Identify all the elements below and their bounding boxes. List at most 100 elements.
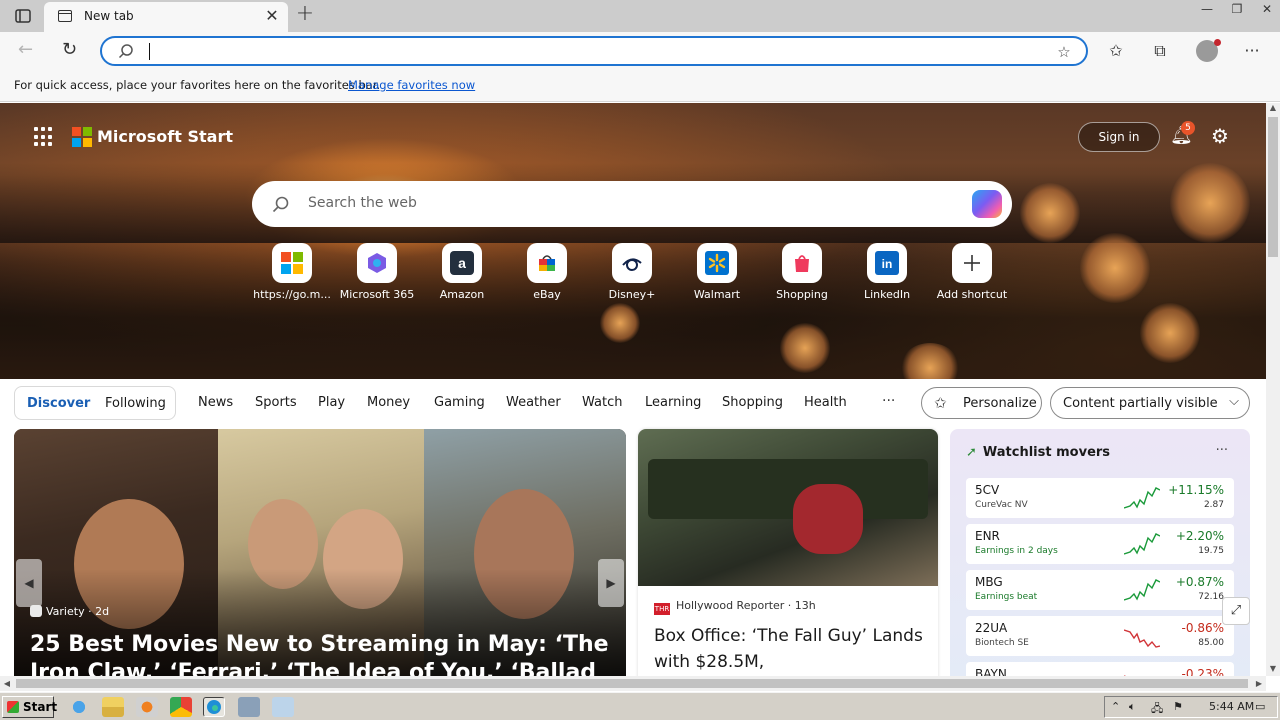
stock-row[interactable]: ENR Earnings in 2 days +2.20% 19.75: [966, 524, 1234, 564]
shortcut-label: Add shortcut: [936, 288, 1008, 301]
show-desktop-icon[interactable]: ▭: [1255, 700, 1265, 713]
back-button[interactable]: ←: [18, 40, 38, 60]
add-favorite-icon[interactable]: ☆: [1054, 42, 1074, 62]
collections-icon[interactable]: ⧉: [1149, 40, 1171, 62]
shortcut-add-shortcut[interactable]: Add shortcut: [930, 243, 1014, 301]
stock-price: 2.87: [1203, 500, 1224, 510]
stock-change: +0.87%: [1175, 575, 1224, 589]
personalize-button[interactable]: ✩ Personalize: [921, 387, 1042, 419]
stock-change: -0.86%: [1181, 621, 1224, 635]
category-weather[interactable]: Weather: [506, 395, 561, 410]
more-icon[interactable]: ···: [1241, 40, 1263, 62]
favorites-bar: For quick access, place your favorites h…: [0, 70, 1280, 102]
flower-decoration: [1140, 303, 1200, 363]
edge-icon[interactable]: [203, 697, 225, 717]
category-news[interactable]: News: [198, 395, 233, 410]
shortcut-linkedin[interactable]: in LinkedIn: [845, 243, 929, 301]
carousel-next-button[interactable]: ▶: [598, 559, 624, 607]
scroll-thumb[interactable]: [16, 679, 1248, 688]
watchlist-more-button[interactable]: ···: [1216, 443, 1228, 458]
app-launcher-icon[interactable]: [34, 127, 54, 147]
vertical-scrollbar[interactable]: ▲ ▼: [1266, 103, 1280, 676]
stock-price: 85.00: [1198, 638, 1224, 648]
scroll-left-arrow[interactable]: ◀: [0, 676, 14, 691]
microsoft-logo-icon: [272, 243, 312, 283]
category-nav: Discover Following News Sports Play Mone…: [0, 379, 1266, 429]
tray-expand-icon[interactable]: ⌃: [1111, 700, 1120, 713]
notepad-icon[interactable]: [272, 697, 294, 717]
tab-following[interactable]: Following: [105, 396, 166, 411]
address-bar[interactable]: ☆: [100, 36, 1088, 66]
category-health[interactable]: Health: [804, 395, 847, 410]
tab-actions-button[interactable]: [12, 6, 34, 26]
flower-decoration: [1020, 183, 1080, 243]
expand-icon[interactable]: ⤢: [1222, 597, 1250, 625]
settings-gear-icon[interactable]: ⚙: [1209, 125, 1231, 147]
category-gaming[interactable]: Gaming: [434, 395, 485, 410]
publisher-logo-icon: THR: [654, 603, 670, 615]
sign-in-button[interactable]: Sign in: [1078, 122, 1160, 152]
shortcut-walmart[interactable]: Walmart: [675, 243, 759, 301]
news-article-card[interactable]: THR Hollywood Reporter · 13h Box Office: …: [638, 429, 938, 679]
article-title[interactable]: Box Office: ‘The Fall Guy’ Lands with $2…: [654, 623, 924, 675]
restore-button[interactable]: ❐: [1224, 0, 1250, 18]
close-window-button[interactable]: ✕: [1254, 0, 1280, 18]
start-button[interactable]: Start: [2, 696, 57, 718]
category-money[interactable]: Money: [367, 395, 410, 410]
new-tab-button[interactable]: +: [294, 3, 316, 26]
category-watch[interactable]: Watch: [582, 395, 622, 410]
file-explorer-icon[interactable]: [102, 697, 124, 717]
network-tool-icon[interactable]: [238, 697, 260, 717]
feed-mode-toggle: Discover Following: [14, 386, 176, 420]
horizontal-scrollbar[interactable]: ◀ ▶: [0, 676, 1266, 691]
scroll-down-arrow[interactable]: ▼: [1266, 664, 1280, 676]
shortcut-label: https://go.m...: [253, 288, 331, 301]
shortcut-amazon[interactable]: a Amazon: [420, 243, 504, 301]
copilot-icon[interactable]: [972, 190, 1002, 218]
category-sports[interactable]: Sports: [255, 395, 297, 410]
flag-icon[interactable]: ⚑: [1173, 700, 1183, 713]
stock-row[interactable]: 5CV CureVac NV +11.15% 2.87: [966, 478, 1234, 518]
category-play[interactable]: Play: [318, 395, 345, 410]
category-learning[interactable]: Learning: [645, 395, 701, 410]
stock-row[interactable]: 22UA Biontech SE -0.86% 85.00: [966, 616, 1234, 656]
network-icon[interactable]: 🖧: [1151, 700, 1163, 719]
profile-icon[interactable]: [1196, 39, 1221, 62]
tab-close-icon[interactable]: ✕: [264, 7, 280, 25]
refresh-button[interactable]: ↻: [62, 40, 82, 60]
shortcut-shopping[interactable]: Shopping: [760, 243, 844, 301]
stock-price: 19.75: [1198, 546, 1224, 556]
shortcut-microsoft-365[interactable]: Microsoft 365: [335, 243, 419, 301]
tab-new-tab[interactable]: New tab ✕: [44, 2, 288, 32]
content-visibility-dropdown[interactable]: Content partially visible ⌵: [1050, 387, 1250, 419]
shortcut-label: Shopping: [776, 288, 828, 301]
personalize-label: Personalize: [963, 396, 1037, 411]
featured-article-card[interactable]: ◀ ▶ Variety · 2d 25 Best Movies New to S…: [14, 429, 626, 679]
scroll-right-arrow[interactable]: ▶: [1252, 676, 1266, 691]
internet-explorer-icon[interactable]: [68, 697, 90, 717]
scroll-up-arrow[interactable]: ▲: [1266, 103, 1280, 115]
media-player-icon[interactable]: [136, 697, 158, 717]
shortcut-https-go-m[interactable]: https://go.m...: [250, 243, 334, 301]
category-shopping[interactable]: Shopping: [722, 395, 783, 410]
tab-discover[interactable]: Discover: [27, 396, 90, 411]
volume-icon[interactable]: 🔈︎: [1129, 700, 1136, 714]
manage-favorites-link[interactable]: Manage favorites now: [348, 78, 475, 92]
chrome-icon[interactable]: [170, 697, 192, 717]
shortcut-disney[interactable]: Disney+: [590, 243, 674, 301]
scroll-thumb[interactable]: [1268, 117, 1278, 257]
brand-title[interactable]: Microsoft Start: [97, 127, 233, 146]
shopping-bag-icon: [782, 243, 822, 283]
carousel-prev-button[interactable]: ◀: [16, 559, 42, 607]
article-title[interactable]: 25 Best Movies New to Streaming in May: …: [30, 631, 620, 679]
favorites-icon[interactable]: ✩: [1105, 40, 1127, 62]
minimize-button[interactable]: —: [1194, 0, 1220, 18]
shortcut-label: Microsoft 365: [339, 288, 415, 301]
stock-row[interactable]: MBG Earnings beat +0.87% 72.16: [966, 570, 1234, 610]
flower-decoration: [600, 303, 640, 343]
more-categories-button[interactable]: ···: [882, 393, 895, 409]
shortcut-label: eBay: [533, 288, 561, 301]
shortcut-ebay[interactable]: eBay: [505, 243, 589, 301]
web-search-box[interactable]: Search the web: [252, 181, 1012, 227]
clock[interactable]: 5:44 AM: [1209, 700, 1254, 713]
